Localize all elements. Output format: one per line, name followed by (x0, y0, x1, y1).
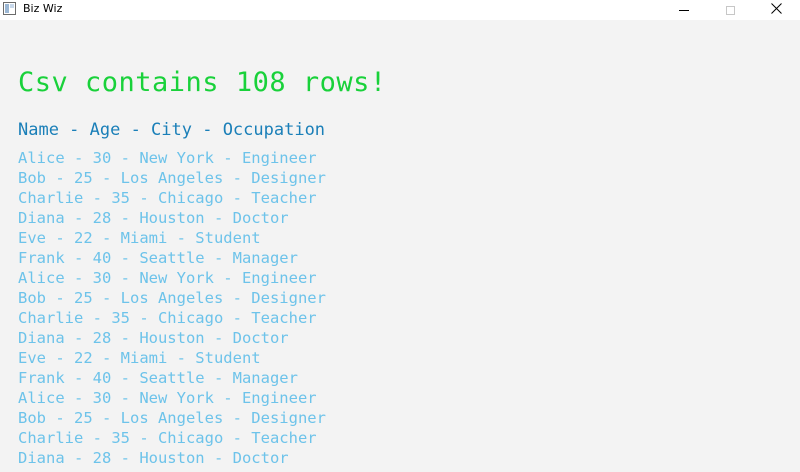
main-content: Csv contains 108 rows! Name - Age - City… (0, 20, 800, 472)
csv-row: Alice - 30 - New York - Engineer (18, 269, 317, 287)
maximize-icon (725, 5, 735, 15)
csv-columns-header: Name - Age - City - Occupation (18, 120, 326, 140)
csv-row: Charlie - 35 - Chicago - Teacher (18, 429, 317, 447)
csv-row: Charlie - 35 - Chicago - Teacher (18, 309, 317, 327)
close-button[interactable] (753, 0, 799, 20)
csv-row: Alice - 30 - New York - Engineer (18, 389, 317, 407)
csv-row: Alice - 30 - New York - Engineer (18, 149, 317, 167)
csv-row: Eve - 22 - Miami - Student (18, 229, 261, 247)
csv-row: Diana - 28 - Houston - Doctor (18, 329, 289, 347)
window-title: Biz Wiz (23, 2, 63, 15)
maximize-button[interactable] (707, 0, 753, 20)
csv-row: Bob - 25 - Los Angeles - Designer (18, 289, 326, 307)
csv-row: Diana - 28 - Houston - Doctor (18, 209, 289, 227)
app-window-icon (3, 2, 16, 15)
close-icon (770, 1, 782, 19)
csv-row: Eve - 22 - Miami - Student (18, 349, 261, 367)
csv-row: Diana - 28 - Houston - Doctor (18, 449, 289, 467)
csv-rows-list: Alice - 30 - New York - Engineer Bob - 25… (18, 148, 326, 468)
title-bar[interactable]: Biz Wiz (0, 0, 800, 20)
minimize-button[interactable] (661, 0, 707, 20)
csv-row: Charlie - 35 - Chicago - Teacher (18, 189, 317, 207)
csv-row: Bob - 25 - Los Angeles - Designer (18, 169, 326, 187)
minimize-icon (679, 9, 689, 11)
csv-row: Bob - 25 - Los Angeles - Designer (18, 409, 326, 427)
csv-row: Frank - 40 - Seattle - Manager (18, 369, 298, 387)
csv-row: Frank - 40 - Seattle - Manager (18, 249, 298, 267)
app-window: Biz Wiz Csv contains 108 rows! Name - Ag… (0, 0, 800, 472)
row-count-heading: Csv contains 108 rows! (18, 67, 387, 98)
